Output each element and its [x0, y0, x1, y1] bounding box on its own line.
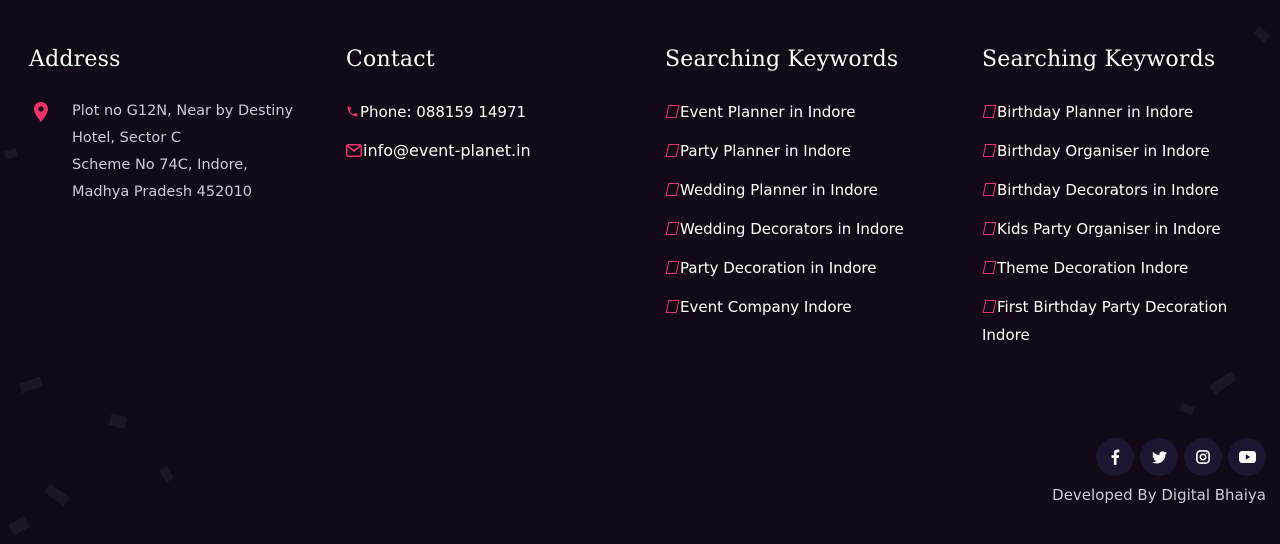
- square-bullet-icon: [665, 183, 680, 196]
- keyword-link[interactable]: Birthday Decorators in Indore: [982, 176, 1267, 204]
- keyword-link[interactable]: Birthday Planner in Indore: [982, 98, 1267, 126]
- keyword-label: Wedding Planner in Indore: [680, 181, 878, 199]
- envelope-icon: [346, 144, 362, 157]
- keyword-link[interactable]: Birthday Organiser in Indore: [982, 137, 1267, 165]
- square-bullet-icon: [982, 183, 997, 196]
- address-text: Plot no G12N, Near by Destiny Hotel, Sec…: [72, 98, 293, 206]
- email-text: info@event-planet.in: [363, 141, 531, 160]
- square-bullet-icon: [982, 261, 997, 274]
- contact-heading: Contact: [346, 47, 435, 72]
- square-bullet-icon: [665, 300, 680, 313]
- keyword-label: Theme Decoration Indore: [997, 259, 1189, 277]
- keyword-label: First Birthday Party Decoration Indore: [982, 298, 1228, 344]
- keyword-link[interactable]: Event Company Indore: [665, 293, 965, 321]
- phone-icon: [347, 106, 358, 117]
- instagram-icon: [1196, 450, 1210, 464]
- twitter-icon: [1151, 450, 1167, 463]
- keyword-label: Wedding Decorators in Indore: [680, 220, 904, 238]
- square-bullet-icon: [982, 222, 997, 235]
- keyword-link[interactable]: Wedding Decorators in Indore: [665, 215, 965, 243]
- address-heading: Address: [29, 47, 121, 72]
- square-bullet-icon: [665, 105, 680, 118]
- keyword-link[interactable]: Event Planner in Indore: [665, 98, 965, 126]
- keyword-label: Birthday Decorators in Indore: [997, 181, 1219, 199]
- youtube-button[interactable]: [1228, 438, 1266, 476]
- youtube-icon: [1238, 451, 1256, 463]
- keyword-label: Party Planner in Indore: [680, 142, 851, 160]
- instagram-button[interactable]: [1184, 438, 1222, 476]
- keyword-link[interactable]: First Birthday Party Decoration Indore: [982, 293, 1267, 349]
- address-column: Address Plot no G12N, Near by Destiny Ho…: [29, 44, 319, 206]
- social-links: [1096, 438, 1266, 476]
- keyword-link[interactable]: Party Planner in Indore: [665, 137, 965, 165]
- keywords-heading: Searching Keywords: [665, 47, 899, 72]
- address-line: Madhya Pradesh 452010: [72, 184, 253, 200]
- phone-link[interactable]: Phone: 088159 14971: [346, 98, 636, 125]
- email-link[interactable]: info@event-planet.in: [346, 137, 636, 164]
- keyword-label: Event Planner in Indore: [680, 103, 856, 121]
- keyword-link[interactable]: Party Decoration in Indore: [665, 254, 965, 282]
- keyword-link[interactable]: Wedding Planner in Indore: [665, 176, 965, 204]
- keyword-label: Kids Party Organiser in Indore: [997, 220, 1221, 238]
- developer-credit: Developed By Digital Bhaiya: [1052, 486, 1266, 504]
- address-line: Scheme No 74C, Indore,: [72, 157, 248, 173]
- square-bullet-icon: [982, 105, 997, 118]
- keyword-link[interactable]: Kids Party Organiser in Indore: [982, 215, 1267, 243]
- contact-column: Contact Phone: 088159 14971 info@event-p…: [346, 44, 636, 176]
- twitter-button[interactable]: [1140, 438, 1178, 476]
- keyword-link[interactable]: Theme Decoration Indore: [982, 254, 1267, 282]
- keyword-label: Birthday Planner in Indore: [997, 103, 1194, 121]
- address-line: Hotel, Sector C: [72, 130, 181, 146]
- keywords-column-left: Searching Keywords Event Planner in Indo…: [665, 44, 965, 332]
- square-bullet-icon: [665, 261, 680, 274]
- keyword-label: Event Company Indore: [680, 298, 852, 316]
- square-bullet-icon: [982, 300, 997, 313]
- keyword-label: Party Decoration in Indore: [680, 259, 877, 277]
- facebook-icon: [1111, 449, 1120, 465]
- keywords-heading: Searching Keywords: [982, 47, 1216, 72]
- square-bullet-icon: [665, 222, 680, 235]
- location-pin-icon: [34, 102, 48, 122]
- keyword-label: Birthday Organiser in Indore: [997, 142, 1210, 160]
- square-bullet-icon: [982, 144, 997, 157]
- facebook-button[interactable]: [1096, 438, 1134, 476]
- phone-text: Phone: 088159 14971: [360, 102, 527, 121]
- keywords-column-right: Searching Keywords Birthday Planner in I…: [982, 44, 1267, 360]
- square-bullet-icon: [665, 144, 680, 157]
- address-line: Plot no G12N, Near by Destiny: [72, 103, 294, 119]
